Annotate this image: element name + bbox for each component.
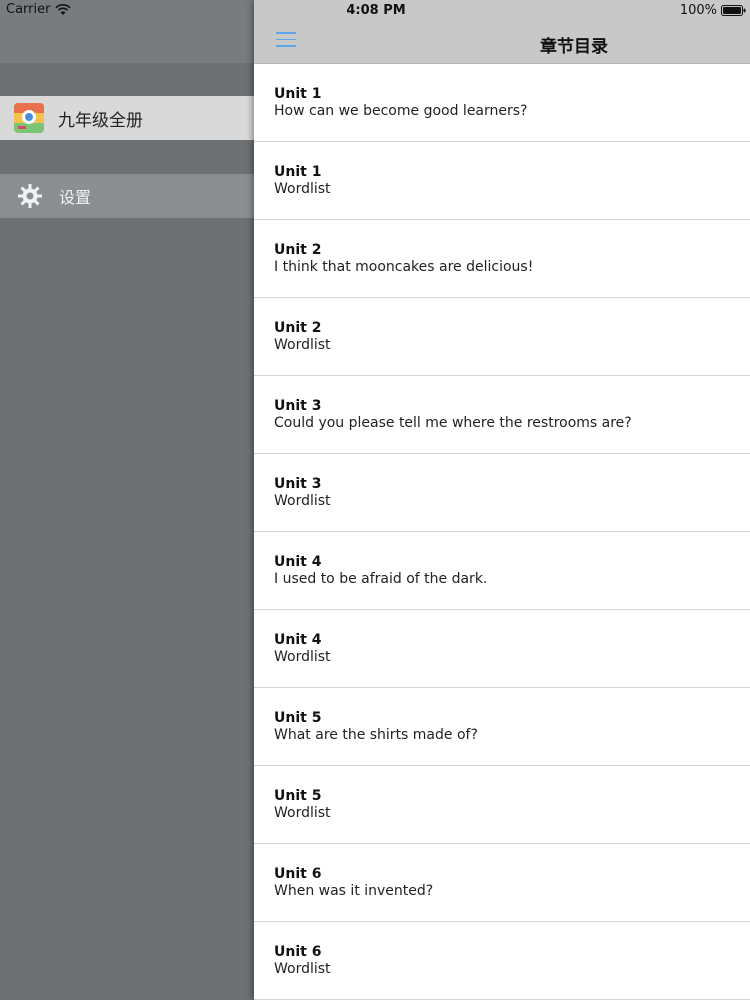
carrier-label: Carrier xyxy=(6,2,51,17)
chapter-unit-label: Unit 4 xyxy=(274,632,322,648)
chapter-row[interactable]: Unit 6 When was it invented? xyxy=(254,844,750,922)
chapter-row[interactable]: Unit 2I think that mooncakes are delicio… xyxy=(254,220,750,298)
chapter-title-label: How can we become good learners? xyxy=(274,103,528,119)
chapter-unit-label: Unit 2 xyxy=(274,320,322,336)
chapter-unit-label: Unit 3 xyxy=(274,476,322,492)
page-title: 章节目录 xyxy=(540,37,608,57)
book-cover-icon xyxy=(14,103,44,133)
chapter-row[interactable]: Unit 4 Wordlist xyxy=(254,610,750,688)
chapter-title-label: Wordlist xyxy=(274,337,331,353)
chapter-row[interactable]: Unit 2 Wordlist xyxy=(254,298,750,376)
chapter-title-label: I used to be afraid of the dark. xyxy=(274,571,488,587)
battery-percent: 100% xyxy=(679,3,717,18)
chapter-unit-label: Unit 5 xyxy=(274,788,322,804)
chapter-row[interactable]: Unit 3 Wordlist xyxy=(254,454,750,532)
chapter-title-label: Wordlist xyxy=(274,805,331,821)
chapter-title-label: When was it invented? xyxy=(274,883,434,899)
drawer-item-book[interactable]: 九年级全册 xyxy=(0,96,254,140)
wifi-icon xyxy=(55,4,72,15)
status-time: 4:08 PM xyxy=(346,3,406,18)
chapter-unit-label: Unit 1 xyxy=(274,86,322,102)
chapter-unit-label: Unit 1 xyxy=(274,164,322,180)
chapter-unit-label: Unit 3 xyxy=(274,398,322,414)
chapter-unit-label: Unit 2 xyxy=(274,242,322,258)
chapter-row[interactable]: Unit 1 How can we become good learners? xyxy=(254,64,750,142)
chapter-title-label: Could you please tell me where the restr… xyxy=(274,415,632,431)
hamburger-menu-icon[interactable] xyxy=(276,32,296,48)
chapter-row[interactable]: Unit 1 Wordlist xyxy=(254,142,750,220)
chapter-row[interactable]: Unit 5 Wordlist xyxy=(254,766,750,844)
chapter-unit-label: Unit 6 xyxy=(274,866,322,882)
chapter-title-label: I think that mooncakes are delicious! xyxy=(274,259,534,275)
side-drawer: Carrier 九年级全册 设置 xyxy=(0,0,254,1000)
chapter-row[interactable]: Unit 6 Wordlist xyxy=(254,922,750,1000)
chapter-row[interactable]: Unit 4I used to be afraid of the dark. xyxy=(254,532,750,610)
chapter-title-label: Wordlist xyxy=(274,181,331,197)
drawer-header: Carrier xyxy=(0,0,254,63)
status-bar-left: Carrier xyxy=(6,2,72,17)
chapter-row[interactable]: Unit 3 Could you please tell me where the… xyxy=(254,376,750,454)
chapter-row[interactable]: Unit 5 What are the shirts made of? xyxy=(254,688,750,766)
status-bar-right: 100% xyxy=(680,3,746,18)
chapter-unit-label: Unit 6 xyxy=(274,944,322,960)
drawer-item-book-label: 九年级全册 xyxy=(58,110,143,131)
drawer-item-settings[interactable]: 设置 xyxy=(0,174,254,218)
gear-icon xyxy=(18,184,42,208)
chapter-title-label: Wordlist xyxy=(274,961,331,977)
chapter-title-label: Wordlist xyxy=(274,649,331,665)
chapter-unit-label: Unit 4 xyxy=(274,554,322,570)
main-panel: 4:08 PM 100% 章节目录 Unit 1 How can we becom… xyxy=(254,0,750,1000)
chapter-title-label: What are the shirts made of? xyxy=(274,727,478,743)
chapter-title-label: Wordlist xyxy=(274,493,331,509)
navigation-bar: 4:08 PM 100% 章节目录 xyxy=(254,0,750,64)
app-screen: Carrier 九年级全册 设置 4:08 PM 100% 章节目录 Unit … xyxy=(0,0,750,1000)
drawer-item-settings-label: 设置 xyxy=(59,188,92,207)
chapter-list: Unit 1 How can we become good learners? Un… xyxy=(254,64,750,1000)
chapter-unit-label: Unit 5 xyxy=(274,710,322,726)
battery-icon xyxy=(721,5,746,16)
